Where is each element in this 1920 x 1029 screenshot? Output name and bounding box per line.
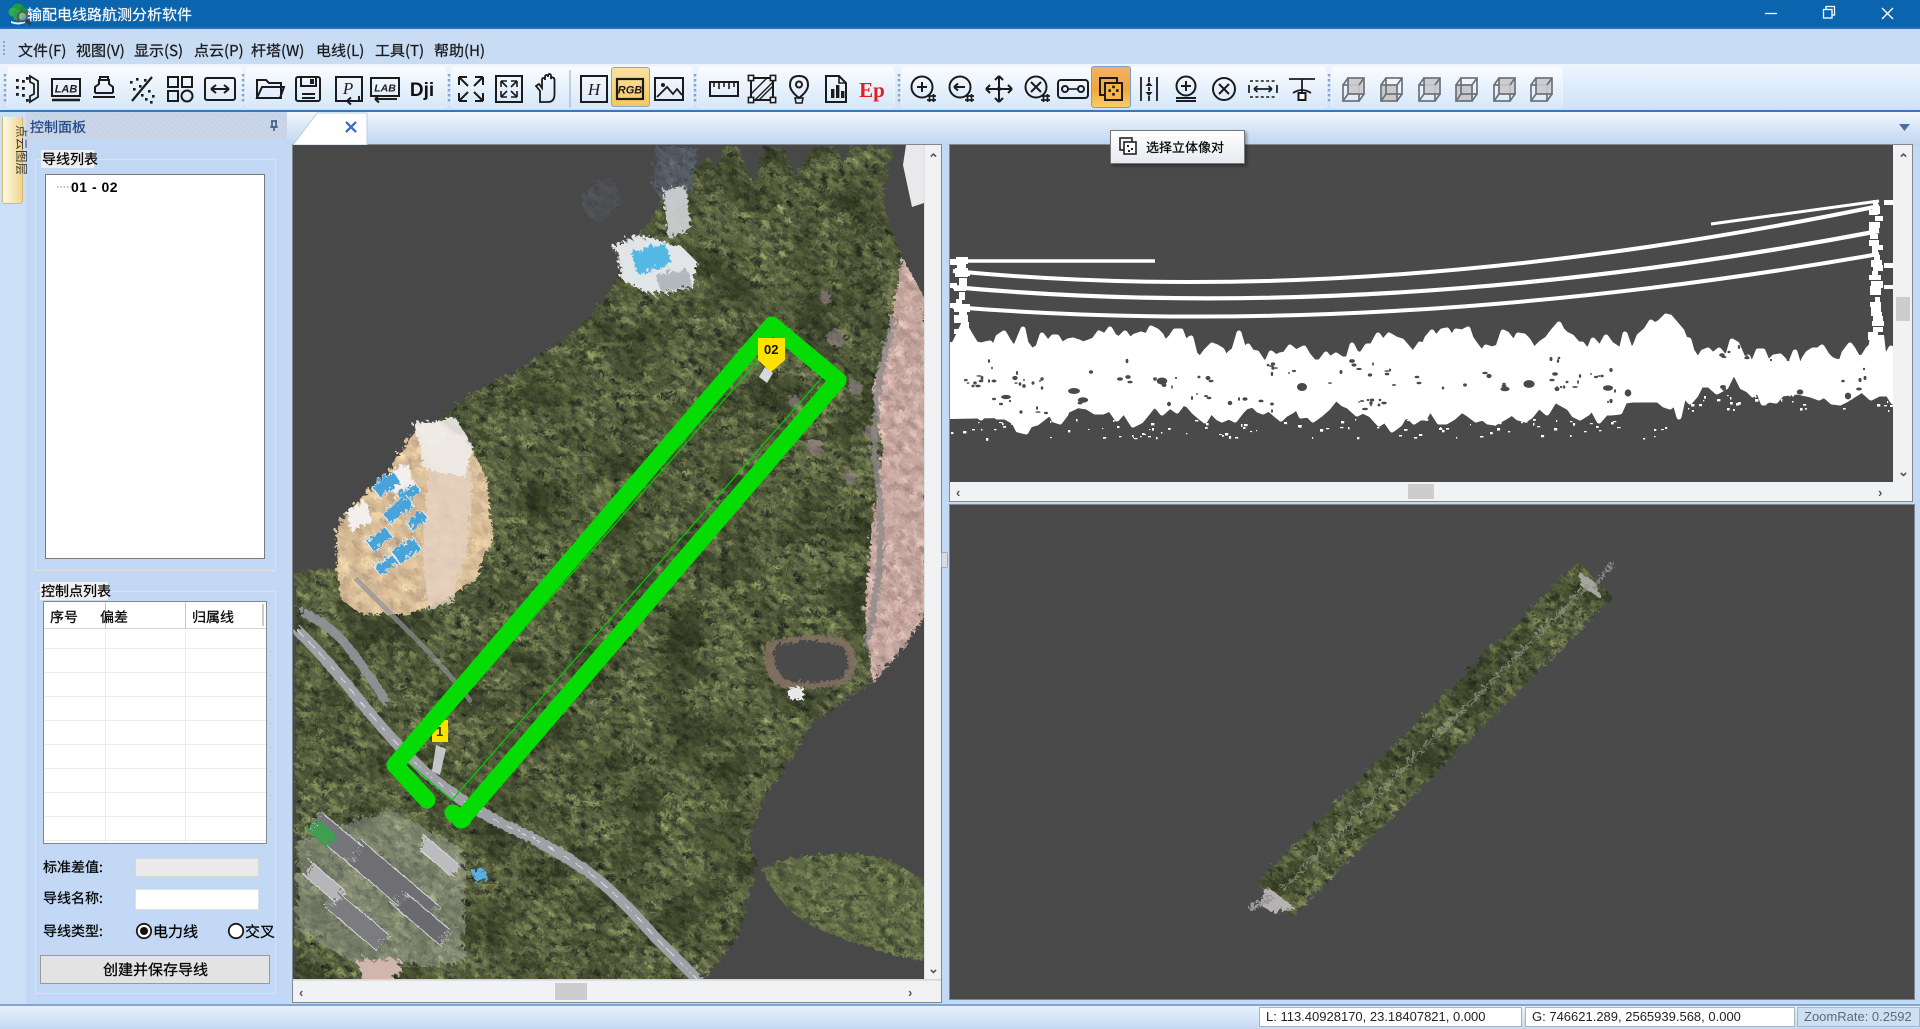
svg-text:02: 02 (764, 342, 778, 357)
svg-text:H: H (587, 80, 602, 99)
svg-text:LAB: LAB (55, 84, 78, 96)
svg-text:LAB: LAB (374, 83, 396, 95)
svg-text:P: P (342, 79, 353, 98)
svg-text:Dji: Dji (410, 80, 434, 101)
svg-text:RGB: RGB (618, 85, 643, 97)
svg-text:Ep: Ep (859, 78, 885, 102)
